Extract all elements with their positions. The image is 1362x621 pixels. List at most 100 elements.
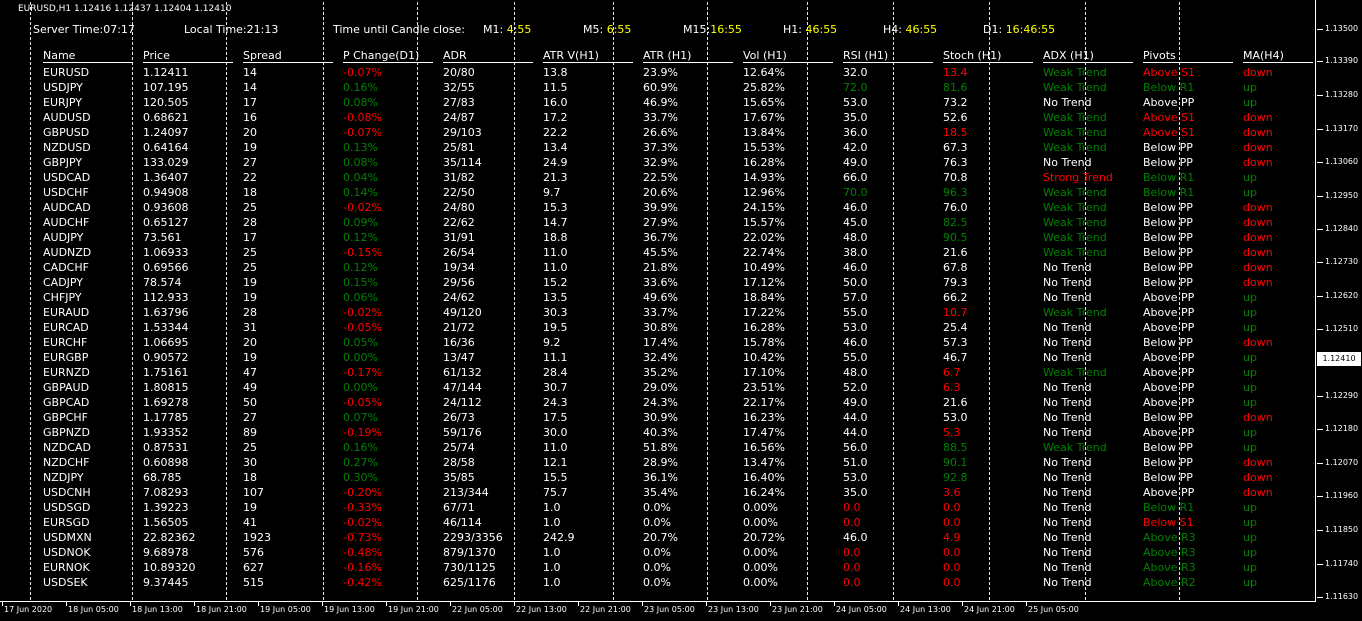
cell-name: EURUSD bbox=[43, 66, 90, 79]
cell-vol: 15.78% bbox=[743, 336, 785, 349]
table-row[interactable]: USDCAD 1.36407 22 0.04% 31/82 21.3 22.5% 14.93%… bbox=[43, 170, 1313, 185]
time-axis[interactable]: 17 Jun 2020 18 Jun 05:00 18 Jun 13:00 18 Ju… bbox=[0, 602, 1316, 621]
table-row[interactable]: AUDUSD 0.68621 16 -0.08% 24/87 17.2 33.7% 17.67… bbox=[43, 110, 1313, 125]
cell-pchange: 0.16% bbox=[343, 441, 378, 454]
table-row[interactable]: USDCHF 0.94908 18 0.14% 22/50 9.7 20.6% 12.96% 7… bbox=[43, 185, 1313, 200]
cell-pivot: Below PP bbox=[1143, 156, 1193, 169]
cell-stoch: 25.4 bbox=[943, 321, 968, 334]
column-header-pivot: Pivots bbox=[1143, 50, 1233, 63]
cell-vol: 22.17% bbox=[743, 396, 785, 409]
cell-pchange: -0.05% bbox=[343, 396, 382, 409]
table-row[interactable]: NZDCHF 0.60898 30 0.27% 28/58 12.1 28.9% 13.47%… bbox=[43, 455, 1313, 470]
tf-h4-value: 46:55 bbox=[905, 23, 938, 36]
cell-spread: 17 bbox=[243, 231, 257, 244]
table-row[interactable]: EURNZD 1.75161 47 -0.17% 61/132 28.4 35.2% 17.1… bbox=[43, 365, 1313, 380]
table-row[interactable]: AUDCAD 0.93608 25 -0.02% 24/80 15.3 39.9% 24.15… bbox=[43, 200, 1313, 215]
table-row[interactable]: EURNOK 10.89320 627 -0.16% 730/1125 1.0 0.0% 0.… bbox=[43, 560, 1313, 575]
local-time-value: 21:13 bbox=[246, 23, 279, 36]
cell-price: 0.94908 bbox=[143, 186, 189, 199]
table-row[interactable]: USDNOK 9.68978 576 -0.48% 879/1370 1.0 0.0% 0.0… bbox=[43, 545, 1313, 560]
table-row[interactable]: EURCHF 1.06695 20 0.05% 16/36 9.2 17.4% 15.78% 4… bbox=[43, 335, 1313, 350]
price-scale[interactable]: 1.13500 1.13390 1.13280 1.13170 1.13060 1.129… bbox=[1317, 0, 1362, 602]
table-row[interactable]: EURSGD 1.56505 41 -0.02% 46/114 1.0 0.0% 0.00% 0… bbox=[43, 515, 1313, 530]
cell-adx: Strong Trend bbox=[1043, 171, 1113, 184]
cell-ma: up bbox=[1243, 96, 1257, 109]
table-row[interactable]: USDJPY 107.195 14 0.16% 32/55 11.5 60.9% 25.82%… bbox=[43, 80, 1313, 95]
cell-rsi: 46.0 bbox=[843, 531, 868, 544]
cell-pivot: Below R1 bbox=[1143, 501, 1195, 514]
cell-vol: 17.67% bbox=[743, 111, 785, 124]
table-row[interactable]: GBPCHF 1.17785 27 0.07% 26/73 17.5 30.9% 16.23%… bbox=[43, 410, 1313, 425]
table-row[interactable]: USDCNH 7.08293 107 -0.20% 213/344 75.7 35.4% 16… bbox=[43, 485, 1313, 500]
cell-spread: 25 bbox=[243, 261, 257, 274]
time-tick bbox=[386, 602, 387, 606]
cell-rsi: 57.0 bbox=[843, 291, 868, 304]
cell-name: USDJPY bbox=[43, 81, 83, 94]
table-row[interactable]: CADCHF 0.69566 25 0.12% 19/34 11.0 21.8% 10.49%… bbox=[43, 260, 1313, 275]
cell-atr: 33.6% bbox=[643, 276, 678, 289]
cell-pchange: -0.17% bbox=[343, 366, 382, 379]
table-row[interactable]: CADJPY 78.574 19 0.15% 29/56 15.2 33.6% 17.12% 5… bbox=[43, 275, 1313, 290]
table-row[interactable]: EURGBP 0.90572 19 0.00% 13/47 11.1 32.4% 10.42%… bbox=[43, 350, 1313, 365]
cell-pchange: -0.15% bbox=[343, 246, 382, 259]
cell-rsi: 45.0 bbox=[843, 216, 868, 229]
table-row[interactable]: AUDCHF 0.65127 28 0.09% 22/62 14.7 27.9% 15.57%… bbox=[43, 215, 1313, 230]
table-row[interactable]: NZDJPY 68.785 18 0.30% 35/85 15.5 36.1% 16.40% 5… bbox=[43, 470, 1313, 485]
table-row[interactable]: CHFJPY 112.933 19 0.06% 24/62 13.5 49.6% 18.84%… bbox=[43, 290, 1313, 305]
table-row[interactable]: EURUSD 1.12411 14 -0.07% 20/80 13.8 23.9% 12.64… bbox=[43, 65, 1313, 80]
price-tick bbox=[1317, 597, 1323, 598]
cell-stoch: 76.0 bbox=[943, 201, 968, 214]
cell-price: 1.63796 bbox=[143, 306, 189, 319]
table-row[interactable]: NZDCAD 0.87531 25 0.16% 25/74 11.0 51.8% 16.56%… bbox=[43, 440, 1313, 455]
cell-rsi: 53.0 bbox=[843, 96, 868, 109]
price-tick bbox=[1317, 229, 1323, 230]
cell-atr: 27.9% bbox=[643, 216, 678, 229]
table-row[interactable]: GBPNZD 1.93352 89 -0.19% 59/176 30.0 40.3% 17.4… bbox=[43, 425, 1313, 440]
table-row[interactable]: USDSEK 9.37445 515 -0.42% 625/1176 1.0 0.0% 0.0… bbox=[43, 575, 1313, 590]
cell-pivot: Above PP bbox=[1143, 366, 1195, 379]
tf-m15-value: 16:55 bbox=[710, 23, 742, 36]
cell-atrv: 15.3 bbox=[543, 201, 568, 214]
table-row[interactable]: EURJPY 120.505 17 0.08% 27/83 16.0 46.9% 15.65%… bbox=[43, 95, 1313, 110]
cell-ma: down bbox=[1243, 156, 1273, 169]
cell-pchange: -0.16% bbox=[343, 561, 382, 574]
cell-pivot: Above PP bbox=[1143, 381, 1195, 394]
cell-adr: 29/103 bbox=[443, 126, 482, 139]
cell-spread: 576 bbox=[243, 546, 264, 559]
table-row[interactable]: AUDNZD 1.06933 25 -0.15% 26/54 11.0 45.5% 22.74… bbox=[43, 245, 1313, 260]
table-row[interactable]: EURCAD 1.53344 31 -0.05% 21/72 19.5 30.8% 16.28… bbox=[43, 320, 1313, 335]
cell-adr: 625/1176 bbox=[443, 576, 496, 589]
table-row[interactable]: NZDUSD 0.64164 19 0.13% 25/81 13.4 37.3% 15.53%… bbox=[43, 140, 1313, 155]
cell-spread: 19 bbox=[243, 291, 257, 304]
table-row[interactable]: GBPCAD 1.69278 50 -0.05% 24/112 24.3 24.3% 22.1… bbox=[43, 395, 1313, 410]
cell-pivot: Below PP bbox=[1143, 246, 1193, 259]
cell-stoch: 52.6 bbox=[943, 111, 968, 124]
cell-name: USDMXN bbox=[43, 531, 92, 544]
table-row[interactable]: AUDJPY 73.561 17 0.12% 31/91 18.8 36.7% 22.02% 4… bbox=[43, 230, 1313, 245]
cell-ma: up bbox=[1243, 441, 1257, 454]
cell-atrv: 17.5 bbox=[543, 411, 568, 424]
cell-atrv: 18.8 bbox=[543, 231, 568, 244]
cell-atr: 0.0% bbox=[643, 561, 671, 574]
cell-ma: up bbox=[1243, 171, 1257, 184]
table-row[interactable]: USDMXN 22.82362 1923 -0.73% 2293/3356 242.9 20… bbox=[43, 530, 1313, 545]
table-row[interactable]: EURAUD 1.63796 28 -0.02% 49/120 30.3 33.7% 17.2… bbox=[43, 305, 1313, 320]
cell-price: 78.574 bbox=[143, 276, 182, 289]
cell-vol: 16.28% bbox=[743, 156, 785, 169]
cell-adr: 35/114 bbox=[443, 156, 482, 169]
cell-adx: No Trend bbox=[1043, 156, 1092, 169]
cell-atr: 60.9% bbox=[643, 81, 678, 94]
table-row[interactable]: USDSGD 1.39223 19 -0.33% 67/71 1.0 0.0% 0.00% 0.… bbox=[43, 500, 1313, 515]
cell-spread: 1923 bbox=[243, 531, 271, 544]
time-tick bbox=[130, 602, 131, 606]
cell-vol: 16.56% bbox=[743, 441, 785, 454]
cell-rsi: 48.0 bbox=[843, 366, 868, 379]
cell-atrv: 75.7 bbox=[543, 486, 568, 499]
cell-pivot: Above R2 bbox=[1143, 576, 1196, 589]
table-row[interactable]: GBPJPY 133.029 27 0.08% 35/114 24.9 32.9% 16.28… bbox=[43, 155, 1313, 170]
table-row[interactable]: GBPAUD 1.80815 49 0.00% 47/144 30.7 29.0% 23.51… bbox=[43, 380, 1313, 395]
table-row[interactable]: GBPUSD 1.24097 20 -0.07% 29/103 22.2 26.6% 13.8… bbox=[43, 125, 1313, 140]
cell-vol: 13.84% bbox=[743, 126, 785, 139]
price-tick bbox=[1317, 396, 1323, 397]
tf-d1: D1: 16:46:55 bbox=[983, 23, 1055, 36]
